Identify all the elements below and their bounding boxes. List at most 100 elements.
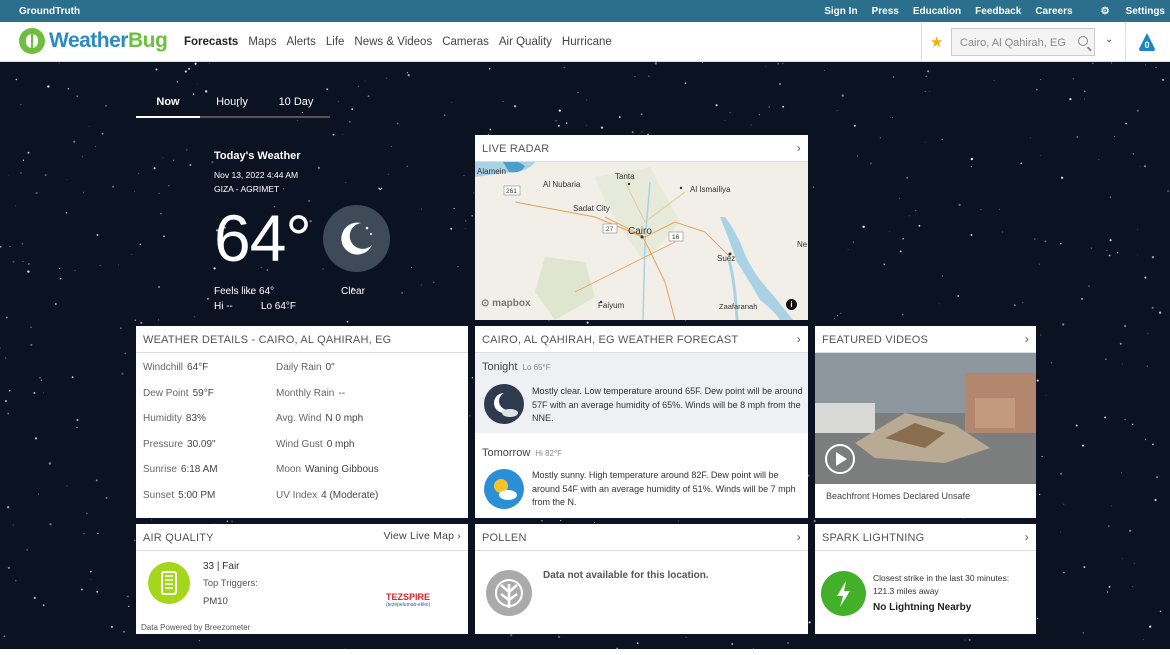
live-radar-card[interactable]: LIVE RADAR › Alamein 261 Al Nubaria Tant… [475, 135, 808, 320]
pollen-title: POLLEN [482, 532, 527, 544]
nav-forecasts[interactable]: Forecasts [184, 36, 238, 48]
nav-life[interactable]: Life [326, 36, 345, 48]
weather-details-card: WEATHER DETAILS - CAIRO, AL QAHIRAH, EG … [136, 326, 468, 518]
nav-cameras[interactable]: Cameras [442, 36, 489, 48]
weatherbug-logo[interactable]: WeatherBug [19, 28, 168, 54]
detail-value: 5:00 PM [178, 489, 216, 501]
sponsor-logo[interactable]: TEZSPIRE (tezepelumab-ekko) [386, 592, 430, 608]
logo-wordmark: WeatherBug [49, 29, 168, 53]
condition-text: Clear [341, 286, 365, 297]
video-caption[interactable]: Beachfront Homes Declared Unsafe [826, 491, 970, 501]
bug-logo-icon [19, 28, 45, 54]
press-link[interactable]: Press [872, 6, 899, 17]
map-label-suez: Suez [717, 254, 735, 263]
sponsor-name: TEZSPIRE [386, 592, 431, 602]
lightning-bolt-icon [821, 571, 866, 616]
detail-label: Moon [276, 464, 302, 475]
chevron-right-icon[interactable]: › [1025, 530, 1029, 544]
spark-lightning-card[interactable]: SPARK LIGHTNING › Closest strike in the … [815, 524, 1036, 634]
chevron-right-icon[interactable]: › [797, 530, 801, 544]
nav-news-videos[interactable]: News & Videos [354, 36, 432, 48]
map-label-ne: Ne [797, 240, 808, 249]
map-label-16: 16 [672, 234, 680, 241]
footer-edge [0, 649, 1170, 655]
pollen-card[interactable]: POLLEN › Data not available for this loc… [475, 524, 808, 634]
sign-in-link[interactable]: Sign In [824, 6, 857, 17]
radar-map[interactable]: Alamein 261 Al Nubaria Tanta Al Ismailiy… [475, 162, 808, 320]
mostly-sunny-icon [484, 469, 524, 509]
map-label-261: 261 [506, 188, 517, 195]
map-label-alamein: Alamein [477, 167, 506, 176]
featured-videos-card[interactable]: FEATURED VIDEOS › Beachfront Homes Decla… [815, 326, 1036, 518]
detail-label: Sunset [143, 489, 175, 501]
map-label-27: 27 [606, 226, 614, 233]
chevron-down-icon[interactable]: ⌄ [1105, 34, 1113, 45]
main-nav-bar: WeatherBug Forecasts Maps Alerts Life Ne… [0, 22, 1170, 62]
chevron-right-icon[interactable]: › [797, 332, 801, 346]
featured-videos-header[interactable]: FEATURED VIDEOS › [815, 326, 1036, 353]
period-description: Mostly sunny. High temperature around 82… [532, 470, 796, 507]
featured-videos-title: FEATURED VIDEOS [822, 334, 929, 346]
video-thumbnail[interactable] [815, 353, 1036, 484]
groundtruth-link[interactable]: GroundTruth [19, 6, 80, 17]
gear-icon: ⚙ [1100, 6, 1110, 17]
education-link[interactable]: Education [913, 6, 961, 17]
mapbox-text: mapbox [492, 298, 531, 309]
nav-air-quality[interactable]: Air Quality [499, 36, 552, 48]
map-label-zaafaranah: Zaafaranah [719, 302, 757, 311]
nav-maps[interactable]: Maps [248, 36, 276, 48]
spark-lightning-header[interactable]: SPARK LIGHTNING › [815, 524, 1036, 551]
top-links: Sign In Press Education Feedback Careers… [810, 6, 1165, 17]
detail-label: Pressure [143, 438, 184, 450]
top-bar: GroundTruth Sign In Press Education Feed… [0, 0, 1170, 22]
view-live-map-link[interactable]: View Live Map › [383, 530, 461, 542]
forecast-period-tomorrow: Tomorrow Hi 82°F Mostly sunny. High tempe… [475, 439, 808, 519]
alerts-badge-icon[interactable]: 0 [1137, 32, 1157, 52]
forecast-card[interactable]: CAIRO, AL QAHIRAH, EG WEATHER FORECAST ›… [475, 326, 808, 518]
chevron-right-icon[interactable]: › [797, 141, 801, 155]
station-name[interactable]: GIZA - AGRIMET [214, 184, 394, 194]
detail-value: 0 mph [326, 438, 355, 450]
view-live-map-label: View Live Map [383, 530, 455, 542]
favorite-star-icon[interactable]: ★ [930, 33, 943, 51]
station-chevron-down-icon[interactable]: ⌄ [376, 182, 384, 193]
settings-link[interactable]: ⚙ Settings [1087, 6, 1165, 17]
tab-now[interactable]: Now [136, 96, 200, 118]
tab-10-day[interactable]: 10 Day [264, 96, 328, 116]
primary-nav: Forecasts Maps Alerts Life News & Videos… [184, 36, 622, 48]
air-quality-title: AIR QUALITY [143, 532, 214, 544]
lo-temp: Lo 64°F [260, 301, 297, 312]
details-row: Pressure 30.09" Wind Gust 0 mph [136, 430, 468, 456]
live-radar-header[interactable]: LIVE RADAR › [475, 135, 808, 162]
nav-hurricane[interactable]: Hurricane [562, 36, 612, 48]
location-search-input[interactable]: Cairo, Al Qahirah, EG [951, 28, 1095, 56]
clear-night-moon-icon [323, 205, 390, 272]
tab-hourly[interactable]: Hourly [200, 96, 264, 116]
detail-label: Wind Gust [276, 438, 323, 450]
search-icon[interactable] [1078, 36, 1088, 46]
chevron-right-icon[interactable]: › [1025, 332, 1029, 346]
feedback-link[interactable]: Feedback [975, 6, 1021, 17]
todays-weather-title: Today's Weather [214, 150, 301, 162]
nav-alerts[interactable]: Alerts [286, 36, 315, 48]
detail-value: -- [338, 387, 346, 399]
pollen-header[interactable]: POLLEN › [475, 524, 808, 551]
info-icon[interactable]: i [786, 299, 797, 310]
careers-link[interactable]: Careers [1035, 6, 1072, 17]
details-row: Dew Point 59°F Monthly Rain -- [136, 379, 468, 405]
top-triggers-label: Top Triggers: [203, 578, 258, 589]
breezometer-credit: Data Powered by Breezometer [141, 623, 251, 632]
period-temp: Lo 65°F [522, 363, 551, 372]
detail-value: Waning Gibbous [305, 464, 379, 475]
detail-label: Dew Point [143, 387, 189, 399]
details-row: Sunrise 6:18 AM Moon Waning Gibbous [136, 455, 468, 481]
forecast-header[interactable]: CAIRO, AL QAHIRAH, EG WEATHER FORECAST › [475, 326, 808, 353]
pollen-icon [486, 570, 532, 616]
sponsor-subtitle: (tezepelumab-ekko) [386, 602, 431, 608]
live-radar-title: LIVE RADAR [482, 143, 550, 155]
detail-value: 0" [325, 362, 335, 373]
search-value: Cairo, Al Qahirah, EG [960, 37, 1066, 49]
map-label-al-ismailiya: Al Ismailiya [690, 185, 731, 194]
detail-label: Avg. Wind [276, 413, 322, 424]
detail-label: Monthly Rain [276, 387, 335, 399]
